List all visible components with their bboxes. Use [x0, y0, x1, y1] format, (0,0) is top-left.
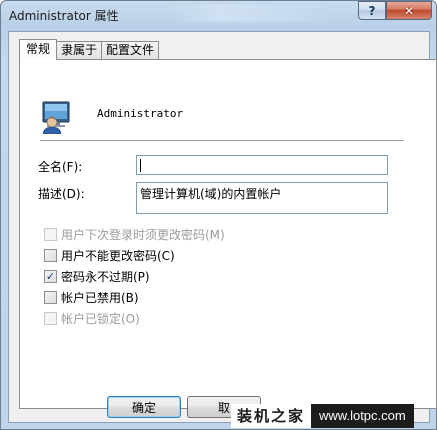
fullname-label: 全名(F):	[38, 160, 83, 174]
checkbox-box[interactable]: ✓	[44, 270, 57, 283]
tab-strip: 常规 隶属于 配置文件	[19, 39, 160, 60]
user-icon	[42, 101, 70, 134]
checkbox-box	[44, 228, 57, 241]
description-value: 管理计算机(域)的内置帐户	[140, 187, 282, 201]
fullname-field[interactable]	[136, 155, 388, 175]
ok-button[interactable]: 确定	[107, 396, 181, 418]
general-tab-panel: Administrator 全名(F): 描述(D): 管理计算机(域)的内置帐…	[19, 59, 437, 409]
checkbox-label: 密码永不过期(P)	[61, 270, 150, 284]
checkmark-icon: ✓	[45, 270, 56, 283]
checkbox-label: 帐户已锁定(O)	[61, 312, 140, 326]
blurred-title-area	[169, 4, 339, 22]
header-divider	[40, 140, 404, 142]
watermark: 装机之家 www.lotpc.com	[231, 401, 437, 430]
checkbox-must-change-password: 用户下次登录时须更改密码(M)	[44, 226, 225, 243]
text-caret	[140, 159, 141, 172]
help-button[interactable]: ?	[358, 1, 386, 20]
checkbox-password-never-expires[interactable]: ✓ 密码永不过期(P)	[44, 268, 150, 285]
close-button[interactable]: ✕	[386, 1, 432, 20]
title-bar[interactable]: Administrator 属性 ? ✕	[1, 1, 436, 27]
checkbox-cannot-change-password[interactable]: 用户不能更改密码(C)	[44, 247, 175, 264]
tab-profile[interactable]: 配置文件	[101, 41, 160, 59]
account-name: Administrator	[97, 107, 184, 120]
tab-general[interactable]: 常规	[19, 39, 58, 60]
tab-member-of[interactable]: 隶属于	[56, 41, 103, 59]
checkbox-box[interactable]	[44, 249, 57, 262]
description-label: 描述(D):	[38, 187, 85, 201]
description-field[interactable]: 管理计算机(域)的内置帐户	[136, 182, 388, 214]
checkbox-box	[44, 312, 57, 325]
checkbox-account-disabled[interactable]: 帐户已禁用(B)	[44, 289, 139, 306]
dialog-client-area: 常规 隶属于 配置文件 Administrator 全名(F): 描述(D):	[8, 31, 437, 423]
checkbox-account-locked: 帐户已锁定(O)	[44, 310, 140, 327]
checkbox-label: 用户不能更改密码(C)	[61, 249, 175, 263]
checkbox-label: 用户下次登录时须更改密码(M)	[61, 228, 225, 242]
watermark-url: www.lotpc.com	[311, 404, 414, 428]
window-title: Administrator 属性	[9, 9, 119, 23]
checkbox-label: 帐户已禁用(B)	[61, 291, 139, 305]
properties-window: Administrator 属性 ? ✕ 常规 隶属于 配置文件 Adminis…	[0, 0, 437, 430]
checkbox-box[interactable]	[44, 291, 57, 304]
watermark-brand: 装机之家	[231, 404, 312, 428]
